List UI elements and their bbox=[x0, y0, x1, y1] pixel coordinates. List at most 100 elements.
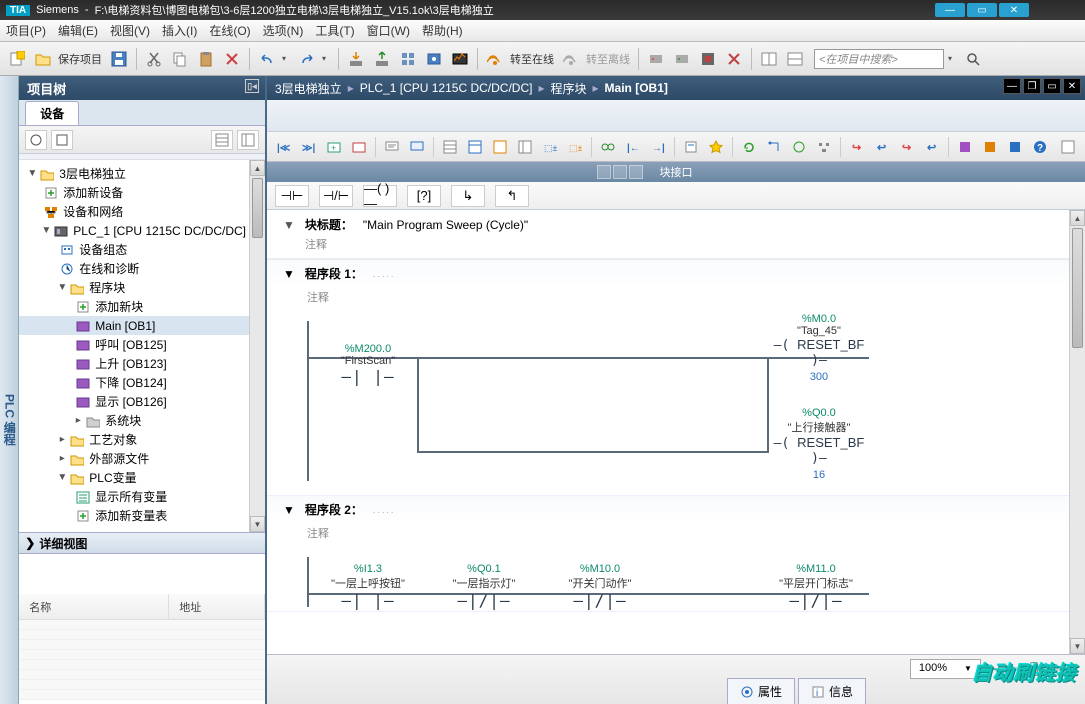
net1-expand-icon[interactable]: ▼ bbox=[283, 267, 295, 281]
et-defs[interactable] bbox=[1004, 136, 1026, 158]
delete-button[interactable] bbox=[221, 48, 243, 70]
block-expand-icon[interactable]: ▼ bbox=[283, 218, 295, 232]
tree-add-block[interactable]: 添加新块 bbox=[19, 297, 265, 316]
rung-2[interactable]: %I1.3 "一层上呼按钮" —| |— %Q0.1 "一层指示灯" —|/|—… bbox=[307, 557, 1065, 607]
et-xref-4[interactable]: ↩ bbox=[921, 136, 943, 158]
menu-edit[interactable]: 编辑(E) bbox=[58, 22, 98, 39]
maximize-button[interactable]: ▭ bbox=[967, 3, 997, 17]
compile-button[interactable] bbox=[397, 48, 419, 70]
menu-online[interactable]: 在线(O) bbox=[209, 22, 250, 39]
net1-comment[interactable]: 注释 bbox=[267, 287, 1085, 313]
tree-tech-objects[interactable]: ▸工艺对象 bbox=[19, 430, 265, 449]
et-goto2[interactable]: →| bbox=[647, 136, 669, 158]
tree-show-all-tags[interactable]: 显示所有变量 bbox=[19, 487, 265, 506]
fav-branch-open[interactable]: ↳ bbox=[451, 185, 485, 207]
redo-dropdown[interactable]: ▾ bbox=[322, 54, 332, 63]
editor-scroll-down[interactable]: ▼ bbox=[1070, 638, 1085, 654]
trace-button[interactable] bbox=[449, 48, 471, 70]
tree-ob126[interactable]: 显示 [OB126] bbox=[19, 392, 265, 411]
contact-firstscan[interactable]: %M200.0 "FirstScan" —| |— bbox=[323, 343, 413, 386]
download-button[interactable] bbox=[345, 48, 367, 70]
et-monitor[interactable] bbox=[597, 136, 619, 158]
go-offline-icon[interactable] bbox=[560, 48, 582, 70]
net2-expand-icon[interactable]: ▼ bbox=[283, 503, 295, 517]
et-view-1[interactable] bbox=[439, 136, 461, 158]
tree-device-config[interactable]: 设备组态 bbox=[19, 240, 265, 259]
tree-online-diag[interactable]: 在线和诊断 bbox=[19, 259, 265, 278]
cut-button[interactable] bbox=[143, 48, 165, 70]
scroll-thumb[interactable] bbox=[252, 178, 263, 238]
collapse-icon[interactable]: ▯◂ bbox=[245, 79, 259, 93]
et-expand-all[interactable] bbox=[1057, 136, 1079, 158]
menu-window[interactable]: 窗口(W) bbox=[367, 22, 410, 39]
coil-reset-bf-2[interactable]: %Q0.0 "上行接触器" —( RESET_BF )— 16 bbox=[769, 407, 869, 481]
undo-dropdown[interactable]: ▾ bbox=[282, 54, 292, 63]
close-button[interactable]: ✕ bbox=[999, 3, 1029, 17]
et-find[interactable] bbox=[954, 136, 976, 158]
tree-scrollbar[interactable]: ▲ ▼ bbox=[249, 160, 265, 532]
et-nav-prev[interactable]: ≫| bbox=[298, 136, 320, 158]
contact-m100[interactable]: %M10.0 "开关门动作" —|/|— bbox=[555, 563, 645, 610]
menu-options[interactable]: 选项(N) bbox=[263, 22, 304, 39]
side-tab-plc[interactable]: PLC 编程 bbox=[0, 76, 19, 704]
menu-insert[interactable]: 插入(I) bbox=[162, 22, 197, 39]
start-cpu-button[interactable] bbox=[671, 48, 693, 70]
contact-i13[interactable]: %I1.3 "一层上呼按钮" —| |— bbox=[323, 563, 413, 610]
search-button[interactable] bbox=[962, 48, 984, 70]
crumb-3[interactable]: 程序块 bbox=[550, 80, 586, 97]
simulate-button[interactable] bbox=[423, 48, 445, 70]
tree-view-2[interactable] bbox=[237, 130, 259, 150]
block-comment[interactable]: 注释 bbox=[305, 236, 1069, 252]
menu-view[interactable]: 视图(V) bbox=[110, 22, 150, 39]
tree-tool-1[interactable] bbox=[25, 130, 47, 150]
et-xref-1[interactable]: ↪ bbox=[846, 136, 868, 158]
et-xref-2[interactable]: ↩ bbox=[871, 136, 893, 158]
fav-branch-close[interactable]: ↰ bbox=[495, 185, 529, 207]
et-call-hier[interactable] bbox=[813, 136, 835, 158]
net2-comment[interactable]: 注释 bbox=[267, 523, 1085, 549]
scroll-down-icon[interactable]: ▼ bbox=[250, 516, 265, 532]
editor-scrollbar[interactable]: ▲ ▼ bbox=[1069, 210, 1085, 704]
search-dropdown[interactable]: ▾ bbox=[948, 54, 958, 63]
cross-ref-button[interactable] bbox=[723, 48, 745, 70]
et-delete-network[interactable] bbox=[348, 136, 370, 158]
tree-plc-tags[interactable]: ▼PLC变量 bbox=[19, 468, 265, 487]
tree-ob125[interactable]: 呼叫 [OB125] bbox=[19, 335, 265, 354]
et-addr-sym[interactable]: ⬚± bbox=[564, 136, 586, 158]
detail-col-addr[interactable]: 地址 bbox=[169, 594, 265, 619]
project-tree[interactable]: ▼3层电梯独立 添加新设备 设备和网络 ▼PLC_1 [CPU 1215C DC… bbox=[19, 160, 265, 532]
save-button[interactable] bbox=[108, 48, 130, 70]
stop-cpu-button[interactable] bbox=[697, 48, 719, 70]
tree-main-ob1[interactable]: Main [OB1] bbox=[19, 316, 265, 335]
zoom-select[interactable]: 100% ▼ bbox=[910, 659, 981, 679]
devices-tab[interactable]: 设备 bbox=[25, 101, 79, 125]
crumb-4[interactable]: Main [OB1] bbox=[605, 81, 668, 95]
tree-plc[interactable]: ▼PLC_1 [CPU 1215C DC/DC/DC] bbox=[19, 221, 265, 240]
go-online-label[interactable]: 转至在线 bbox=[510, 51, 554, 67]
et-insert-network[interactable]: + bbox=[323, 136, 345, 158]
properties-tab[interactable]: 属性 bbox=[727, 678, 795, 704]
info-tab[interactable]: i 信息 bbox=[798, 678, 866, 704]
fav-coil[interactable]: —( )— bbox=[363, 185, 397, 207]
go-online-icon[interactable] bbox=[484, 48, 506, 70]
split-v-button[interactable] bbox=[784, 48, 806, 70]
et-call-env[interactable] bbox=[788, 136, 810, 158]
editor-body[interactable]: ▼ 块标题： "Main Program Sweep (Cycle)" 注释 ▼… bbox=[267, 210, 1085, 704]
et-refresh[interactable] bbox=[738, 136, 760, 158]
undo-button[interactable] bbox=[256, 48, 278, 70]
menu-tools[interactable]: 工具(T) bbox=[315, 22, 354, 39]
tree-root[interactable]: ▼3层电梯独立 bbox=[19, 164, 265, 183]
editor-restore-button[interactable]: ❐ bbox=[1023, 78, 1041, 94]
tree-ob124[interactable]: 下降 [OB124] bbox=[19, 373, 265, 392]
redo-button[interactable] bbox=[296, 48, 318, 70]
network-2-title[interactable]: ▼ 程序段 2： ..... bbox=[267, 496, 1085, 523]
editor-maximize-button[interactable]: ▭ bbox=[1043, 78, 1061, 94]
tree-tool-2[interactable] bbox=[51, 130, 73, 150]
tree-system-blocks[interactable]: ▸系统块 bbox=[19, 411, 265, 430]
et-view-3[interactable] bbox=[489, 136, 511, 158]
et-comment-1[interactable] bbox=[381, 136, 403, 158]
et-addr-abs[interactable]: ⬚± bbox=[539, 136, 561, 158]
accessible-devices-button[interactable] bbox=[645, 48, 667, 70]
open-project-button[interactable] bbox=[32, 48, 54, 70]
copy-button[interactable] bbox=[169, 48, 191, 70]
